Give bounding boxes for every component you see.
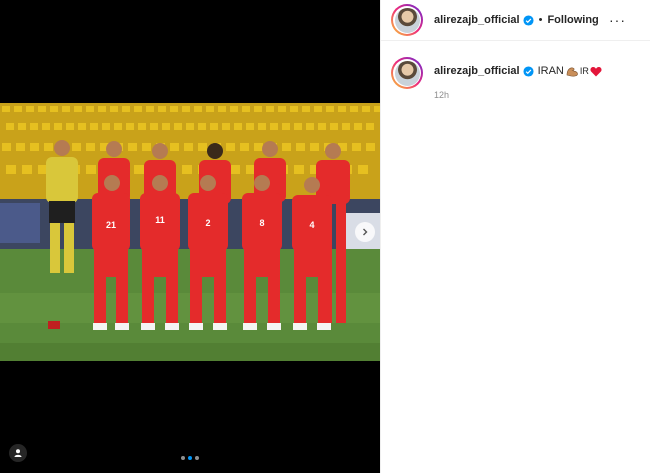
caption: alirezajb_official IRAN IR 12h <box>381 41 650 100</box>
carousel-dot <box>181 456 185 460</box>
jersey-number-21: 21 <box>106 220 116 230</box>
carousel-next-button[interactable] <box>355 222 375 242</box>
post-modal: 21 11 2 8 4 alirezajb_official • Followi… <box>0 0 650 473</box>
avatar[interactable] <box>391 4 423 36</box>
caption-username-link[interactable]: alirezajb_official <box>434 65 520 77</box>
verified-badge-icon <box>523 14 534 26</box>
caption-body: alirezajb_official IRAN IR 12h <box>434 57 602 100</box>
more-options-icon[interactable]: ··· <box>609 12 626 28</box>
caption-avatar[interactable] <box>391 57 423 89</box>
iran-flag-emoji: IR <box>579 66 589 76</box>
separator-dot: • <box>538 14 543 26</box>
flexed-bicep-icon <box>566 67 578 77</box>
post-timestamp[interactable]: 12h <box>434 90 602 100</box>
carousel-indicator <box>0 456 380 460</box>
post-media[interactable]: 21 11 2 8 4 <box>0 0 380 473</box>
avatar-image <box>394 60 420 86</box>
post-header: alirezajb_official • Following ··· <box>381 0 650 41</box>
username-link[interactable]: alirezajb_official <box>434 14 520 26</box>
avatar-image <box>394 7 420 33</box>
post-side-panel: alirezajb_official • Following ··· alire… <box>380 0 650 473</box>
jersey-number-4: 4 <box>309 220 314 230</box>
caption-text: IRAN <box>537 65 564 77</box>
team-photo: 21 11 2 8 4 <box>0 103 380 361</box>
carousel-dot-active <box>188 456 192 460</box>
caption-line: alirezajb_official IRAN IR <box>434 65 602 77</box>
avatar-ring <box>393 59 421 87</box>
following-button[interactable]: Following <box>547 14 598 26</box>
carousel-dot <box>195 456 199 460</box>
jersey-number-11: 11 <box>155 215 165 225</box>
avatar-ring <box>393 6 421 34</box>
chevron-right-icon <box>363 228 368 236</box>
jersey-number-8: 8 <box>259 218 264 228</box>
verified-badge-icon <box>523 65 534 77</box>
red-heart-icon <box>590 66 602 76</box>
jersey-number-2: 2 <box>205 218 210 228</box>
